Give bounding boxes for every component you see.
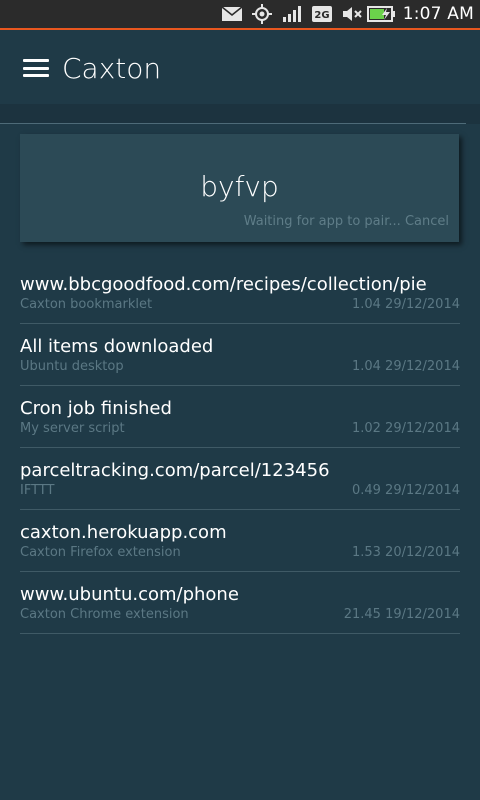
item-timestamp: 1.53 20/12/2014 [351, 545, 460, 560]
header-divider [0, 123, 466, 124]
item-timestamp: 1.02 29/12/2014 [351, 421, 460, 436]
clock: 1:07 AM [402, 4, 474, 24]
pairing-code: byfvp [200, 170, 279, 203]
signal-icon [277, 0, 307, 29]
item-source: Caxton Firefox extension [20, 545, 181, 560]
header-divider-strip [0, 104, 480, 124]
item-title: www.ubuntu.com/phone [20, 584, 239, 605]
item-title: caxton.herokuapp.com [20, 522, 227, 543]
item-title: parceltracking.com/parcel/123456 [20, 460, 330, 481]
list-item[interactable]: www.ubuntu.com/phone Caxton Chrome exten… [20, 572, 460, 634]
item-source: IFTTT [20, 483, 55, 498]
item-source: My server script [20, 421, 125, 436]
pairing-status-text: Waiting for app to pair... [243, 214, 401, 229]
item-source: Caxton Chrome extension [20, 607, 189, 622]
mute-icon [337, 0, 367, 29]
item-title: www.bbcgoodfood.com/recipes/collection/p… [20, 274, 427, 295]
list-item[interactable]: Cron job finished My server script 1.02 … [20, 386, 460, 448]
mail-icon [217, 0, 247, 29]
item-title: Cron job finished [20, 398, 172, 419]
item-timestamp: 21.45 19/12/2014 [343, 607, 460, 622]
item-timestamp: 0.49 29/12/2014 [351, 483, 460, 498]
item-timestamp: 1.04 29/12/2014 [351, 359, 460, 374]
page-title: Caxton [62, 51, 162, 85]
network-2g-icon: 2G [307, 0, 337, 29]
list-item[interactable]: www.bbcgoodfood.com/recipes/collection/p… [20, 262, 460, 324]
app-header: Caxton [0, 32, 480, 104]
cancel-button[interactable]: Cancel [405, 214, 449, 229]
pairing-card: byfvp Waiting for app to pair... Cancel [20, 134, 459, 242]
item-title: All items downloaded [20, 336, 214, 357]
item-timestamp: 1.04 29/12/2014 [351, 297, 460, 312]
item-source: Caxton bookmarklet [20, 297, 153, 312]
message-list: www.bbcgoodfood.com/recipes/collection/p… [20, 262, 460, 634]
battery-charging-icon [366, 0, 397, 29]
svg-text:2G: 2G [314, 10, 329, 21]
list-item[interactable]: parceltracking.com/parcel/123456 IFTTT 0… [20, 448, 460, 510]
pairing-status: Waiting for app to pair... Cancel [244, 214, 449, 229]
status-bar: 2G 1:07 AM [0, 0, 480, 30]
list-item[interactable]: All items downloaded Ubuntu desktop 1.04… [20, 324, 460, 386]
hamburger-menu-icon[interactable] [23, 58, 49, 78]
location-icon [247, 0, 277, 29]
item-source: Ubuntu desktop [20, 359, 124, 374]
list-item[interactable]: caxton.herokuapp.com Caxton Firefox exte… [20, 510, 460, 572]
